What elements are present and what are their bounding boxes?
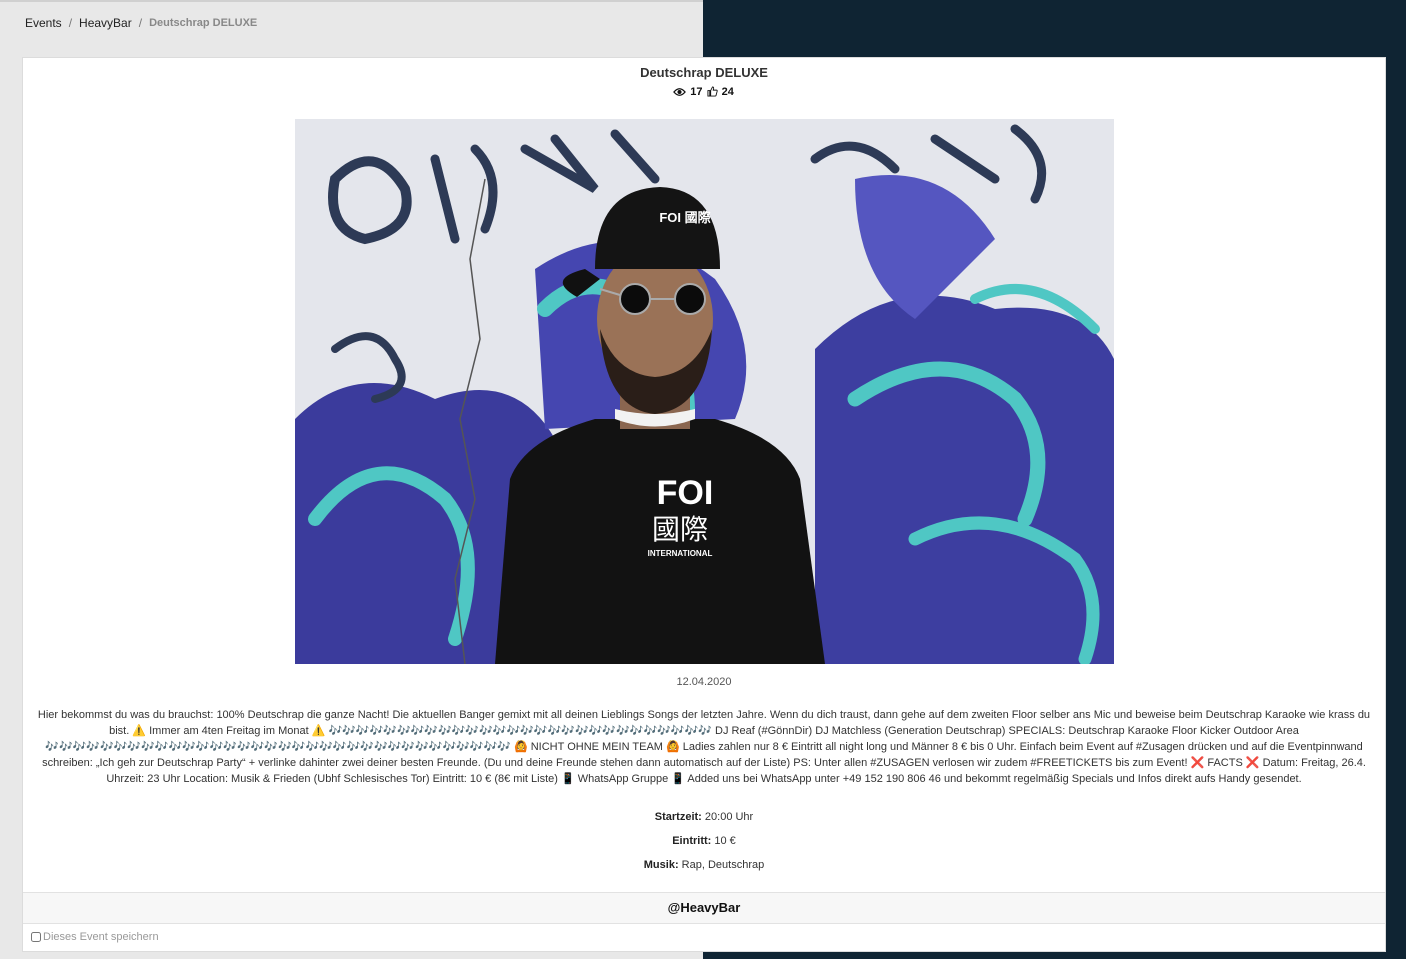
event-card: Deutschrap DELUXE 17 24 FOI 國際 FOI 國際 IN… — [22, 57, 1386, 952]
shirt-logo-text: FOI — [657, 474, 714, 512]
shirt-chinese-text: 國際 — [652, 513, 708, 546]
breadcrumb-heavybar[interactable]: HeavyBar — [79, 16, 132, 30]
save-event-label: Dieses Event speichern — [43, 931, 159, 943]
likes-count: 24 — [721, 86, 734, 98]
event-date: 12.04.2020 — [676, 676, 732, 688]
top-divider — [0, 0, 703, 2]
detail-value: 10 € — [714, 835, 736, 847]
organizer-link[interactable]: @HeavyBar — [23, 892, 1385, 924]
detail-musik: Musik: Rap, Deutschrap — [23, 859, 1385, 871]
shirt-small-text: INTERNATIONAL — [648, 549, 713, 558]
breadcrumb-current: Deutschrap DELUXE — [149, 17, 258, 29]
thumbs-up-icon[interactable] — [706, 86, 721, 98]
detail-startzeit: Startzeit: 20:00 Uhr — [23, 811, 1385, 823]
breadcrumb-separator: / — [138, 16, 143, 30]
save-event-checkbox[interactable] — [31, 932, 41, 942]
detail-label: Musik: — [643, 859, 679, 871]
detail-value: Rap, Deutschrap — [681, 859, 765, 871]
event-stats: 17 24 — [23, 86, 1385, 98]
event-title: Deutschrap DELUXE — [640, 65, 768, 80]
views-count: 17 — [690, 86, 703, 98]
event-photo: FOI 國際 FOI 國際 INTERNATIONAL — [295, 119, 1114, 664]
save-event-option[interactable]: Dieses Event speichern — [31, 931, 159, 943]
breadcrumb-separator: / — [68, 16, 73, 30]
detail-label: Startzeit: — [654, 811, 702, 823]
cap-logo-text: FOI 國際 — [659, 210, 711, 225]
detail-value: 20:00 Uhr — [704, 811, 754, 823]
event-description: Hier bekommst du was du brauchst: 100% D… — [37, 709, 1371, 785]
detail-eintritt: Eintritt: 10 € — [23, 835, 1385, 847]
eye-icon — [673, 86, 689, 98]
breadcrumb: Events / HeavyBar / Deutschrap DELUXE — [25, 16, 257, 30]
event-photo-graphic: FOI 國際 FOI 國際 INTERNATIONAL — [295, 119, 1114, 664]
breadcrumb-events[interactable]: Events — [25, 16, 62, 30]
detail-label: Eintritt: — [672, 835, 712, 847]
